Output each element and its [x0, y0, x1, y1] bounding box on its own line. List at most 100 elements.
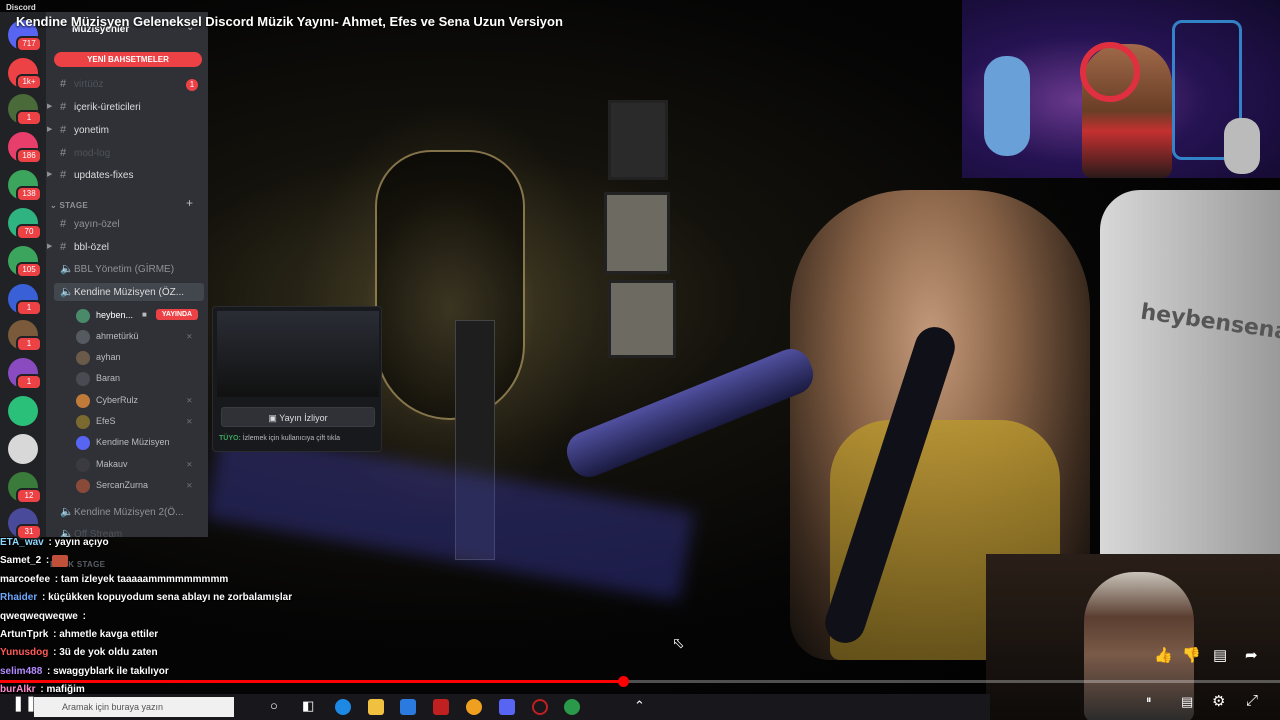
- discord-icon[interactable]: [499, 699, 515, 715]
- autoplay-toggle-icon[interactable]: ⏸: [1146, 694, 1152, 707]
- streamer-2: [1084, 572, 1194, 720]
- watch-stream-button[interactable]: ▣ Yayın İzliyor: [221, 407, 375, 427]
- watch-stream-label: Yayın İzliyor: [279, 413, 328, 423]
- chat-username[interactable]: ETA_wav: [0, 537, 44, 548]
- channel-updates-fixes[interactable]: # updates-fixes: [60, 167, 133, 183]
- server-icon[interactable]: 1: [8, 284, 42, 316]
- comments-icon[interactable]: ▤: [1213, 646, 1227, 664]
- like-icon[interactable]: 👍: [1154, 646, 1173, 664]
- channel-mod-log[interactable]: # mod-log: [60, 145, 110, 161]
- member-name: Baran: [96, 373, 121, 383]
- pause-icon[interactable]: ❚❚: [12, 694, 37, 712]
- taskbar-search-input[interactable]: Aramak için buraya yazın: [34, 697, 234, 717]
- hash-icon: #: [60, 78, 67, 90]
- webcam-top: [962, 0, 1280, 178]
- server-icon[interactable]: 1k+: [8, 58, 42, 90]
- channel-list: Müzisyenler ⌄ YENİ BAHSETMELER # virtüöz …: [46, 12, 208, 537]
- voice-member[interactable]: EfeS: [76, 412, 116, 430]
- chat-username[interactable]: ArtunTprk: [0, 629, 48, 640]
- voice-member[interactable]: ahmetürkü: [76, 327, 139, 345]
- new-mentions-button[interactable]: YENİ BAHSETMELER: [54, 52, 202, 67]
- channel-icerik-ureticileri[interactable]: # içerik-üreticileri: [60, 99, 141, 115]
- voice-member[interactable]: Baran: [76, 369, 120, 387]
- chat-username[interactable]: marcoefee: [0, 574, 50, 585]
- voice-channel-bbl-yonetim[interactable]: 🔈BBL Yönetim (GİRME): [60, 261, 174, 277]
- channel-virtuoz[interactable]: # virtüöz: [60, 76, 103, 92]
- store-icon[interactable]: [400, 699, 416, 715]
- channel-bbl-ozel[interactable]: # bbl-özel: [60, 239, 109, 255]
- server-icon[interactable]: 1: [8, 94, 42, 126]
- file-explorer-icon[interactable]: [368, 699, 384, 715]
- cortana-icon[interactable]: ○: [270, 698, 278, 713]
- server-icon[interactable]: 105: [8, 246, 42, 278]
- add-channel-icon[interactable]: +: [186, 196, 193, 210]
- avatar: [76, 350, 90, 365]
- server-icon[interactable]: [8, 396, 38, 426]
- channel-label: updates-fixes: [74, 170, 134, 181]
- server-icon[interactable]: [8, 434, 38, 464]
- gear-icon[interactable]: ⚙: [1212, 692, 1225, 710]
- channel-label: yayın-özel: [74, 219, 120, 230]
- chat-message: ETA_wav : yayın açıyo: [0, 534, 340, 552]
- share-icon[interactable]: ➦: [1245, 646, 1258, 664]
- fullscreen-icon[interactable]: ⤢: [1246, 692, 1258, 709]
- edge-icon[interactable]: [335, 699, 351, 715]
- hash-icon: #: [60, 147, 67, 159]
- chat-username[interactable]: selim488: [0, 666, 42, 677]
- caret-right-icon: ▶: [47, 103, 53, 110]
- stream-preview-popover[interactable]: ▣ Yayın İzliyor TÜYO: İzlemek için kulla…: [212, 306, 382, 452]
- chat-separator: :: [50, 647, 60, 659]
- chat-message: Samet_2 :: [0, 552, 340, 570]
- server-icon[interactable]: 12: [8, 472, 42, 504]
- app-icon[interactable]: [433, 699, 449, 715]
- progress-bar[interactable]: [0, 676, 1280, 687]
- opera-icon[interactable]: [532, 699, 548, 715]
- channel-label: yonetim: [74, 125, 110, 136]
- chat-text: tam izleyek taaaaammmmmmmmm: [60, 573, 229, 585]
- voice-member[interactable]: ayhan: [76, 348, 121, 366]
- hash-icon: #: [60, 169, 67, 181]
- voice-channel-kendine-muzisyen-2[interactable]: 🔈Kendine Müzisyen 2(Ö...: [60, 504, 184, 520]
- gaming-chair: [1100, 190, 1280, 570]
- voice-channel-kendine-muzisyen[interactable]: 🔈Kendine Müzisyen (ÖZ...: [60, 284, 184, 300]
- caret-right-icon: ▶: [47, 243, 53, 250]
- category-stage[interactable]: ⌄ STAGE: [50, 201, 88, 210]
- mention-badge: 1: [186, 79, 198, 91]
- task-view-icon[interactable]: ◧: [302, 698, 314, 714]
- server-icon[interactable]: 1: [8, 320, 42, 352]
- channel-yayin-ozel[interactable]: # yayın-özel: [60, 216, 120, 232]
- avatar: [76, 457, 90, 472]
- voice-member[interactable]: SercanZurna: [76, 476, 148, 494]
- voice-member[interactable]: heyben...: [76, 306, 133, 324]
- dislike-icon[interactable]: 👎: [1182, 646, 1201, 664]
- chat-message: selim488 : swaggyblark ile takılıyor: [0, 663, 340, 681]
- video-player[interactable]: heybensena Discord Kendine Müzisyen Gele…: [0, 0, 1280, 720]
- headphones: [1080, 42, 1140, 102]
- wall-guitar: [375, 150, 525, 420]
- member-name: Makauv: [96, 459, 128, 469]
- server-icon[interactable]: 1: [8, 358, 42, 390]
- category-label: STAGE: [59, 201, 88, 210]
- chrome-icon[interactable]: [466, 699, 482, 715]
- chat-username[interactable]: Yunusdog: [0, 647, 48, 658]
- stream-thumbnail[interactable]: [217, 311, 379, 397]
- chat-message: ArtunTprk : ahmetle kavga ettiler: [0, 626, 340, 644]
- voice-member[interactable]: Kendine Müzisyen: [76, 433, 170, 451]
- channel-yonetim[interactable]: # yonetim: [60, 122, 109, 138]
- chat-text: swaggyblark ile takılıyor: [53, 665, 169, 677]
- server-icon[interactable]: 138: [8, 170, 42, 202]
- voice-member[interactable]: Makauv: [76, 455, 128, 473]
- member-name: Kendine Müzisyen: [96, 437, 170, 447]
- server-icon[interactable]: 70: [8, 208, 42, 240]
- subtitles-icon[interactable]: ▤: [1181, 694, 1193, 710]
- chat-username[interactable]: Rhaider: [0, 592, 37, 603]
- browser-icon[interactable]: [564, 699, 580, 715]
- voice-member[interactable]: CyberRulz: [76, 391, 138, 409]
- chevron-up-icon[interactable]: ⌃: [634, 698, 645, 714]
- speaker-icon: 🔈: [60, 263, 74, 275]
- chat-username[interactable]: Samet_2: [0, 555, 41, 566]
- chat-username[interactable]: qweqweqweqwe: [0, 611, 78, 622]
- server-icon[interactable]: 186: [8, 132, 42, 164]
- emote-icon: [52, 554, 69, 567]
- member-name: SercanZurna: [96, 480, 149, 490]
